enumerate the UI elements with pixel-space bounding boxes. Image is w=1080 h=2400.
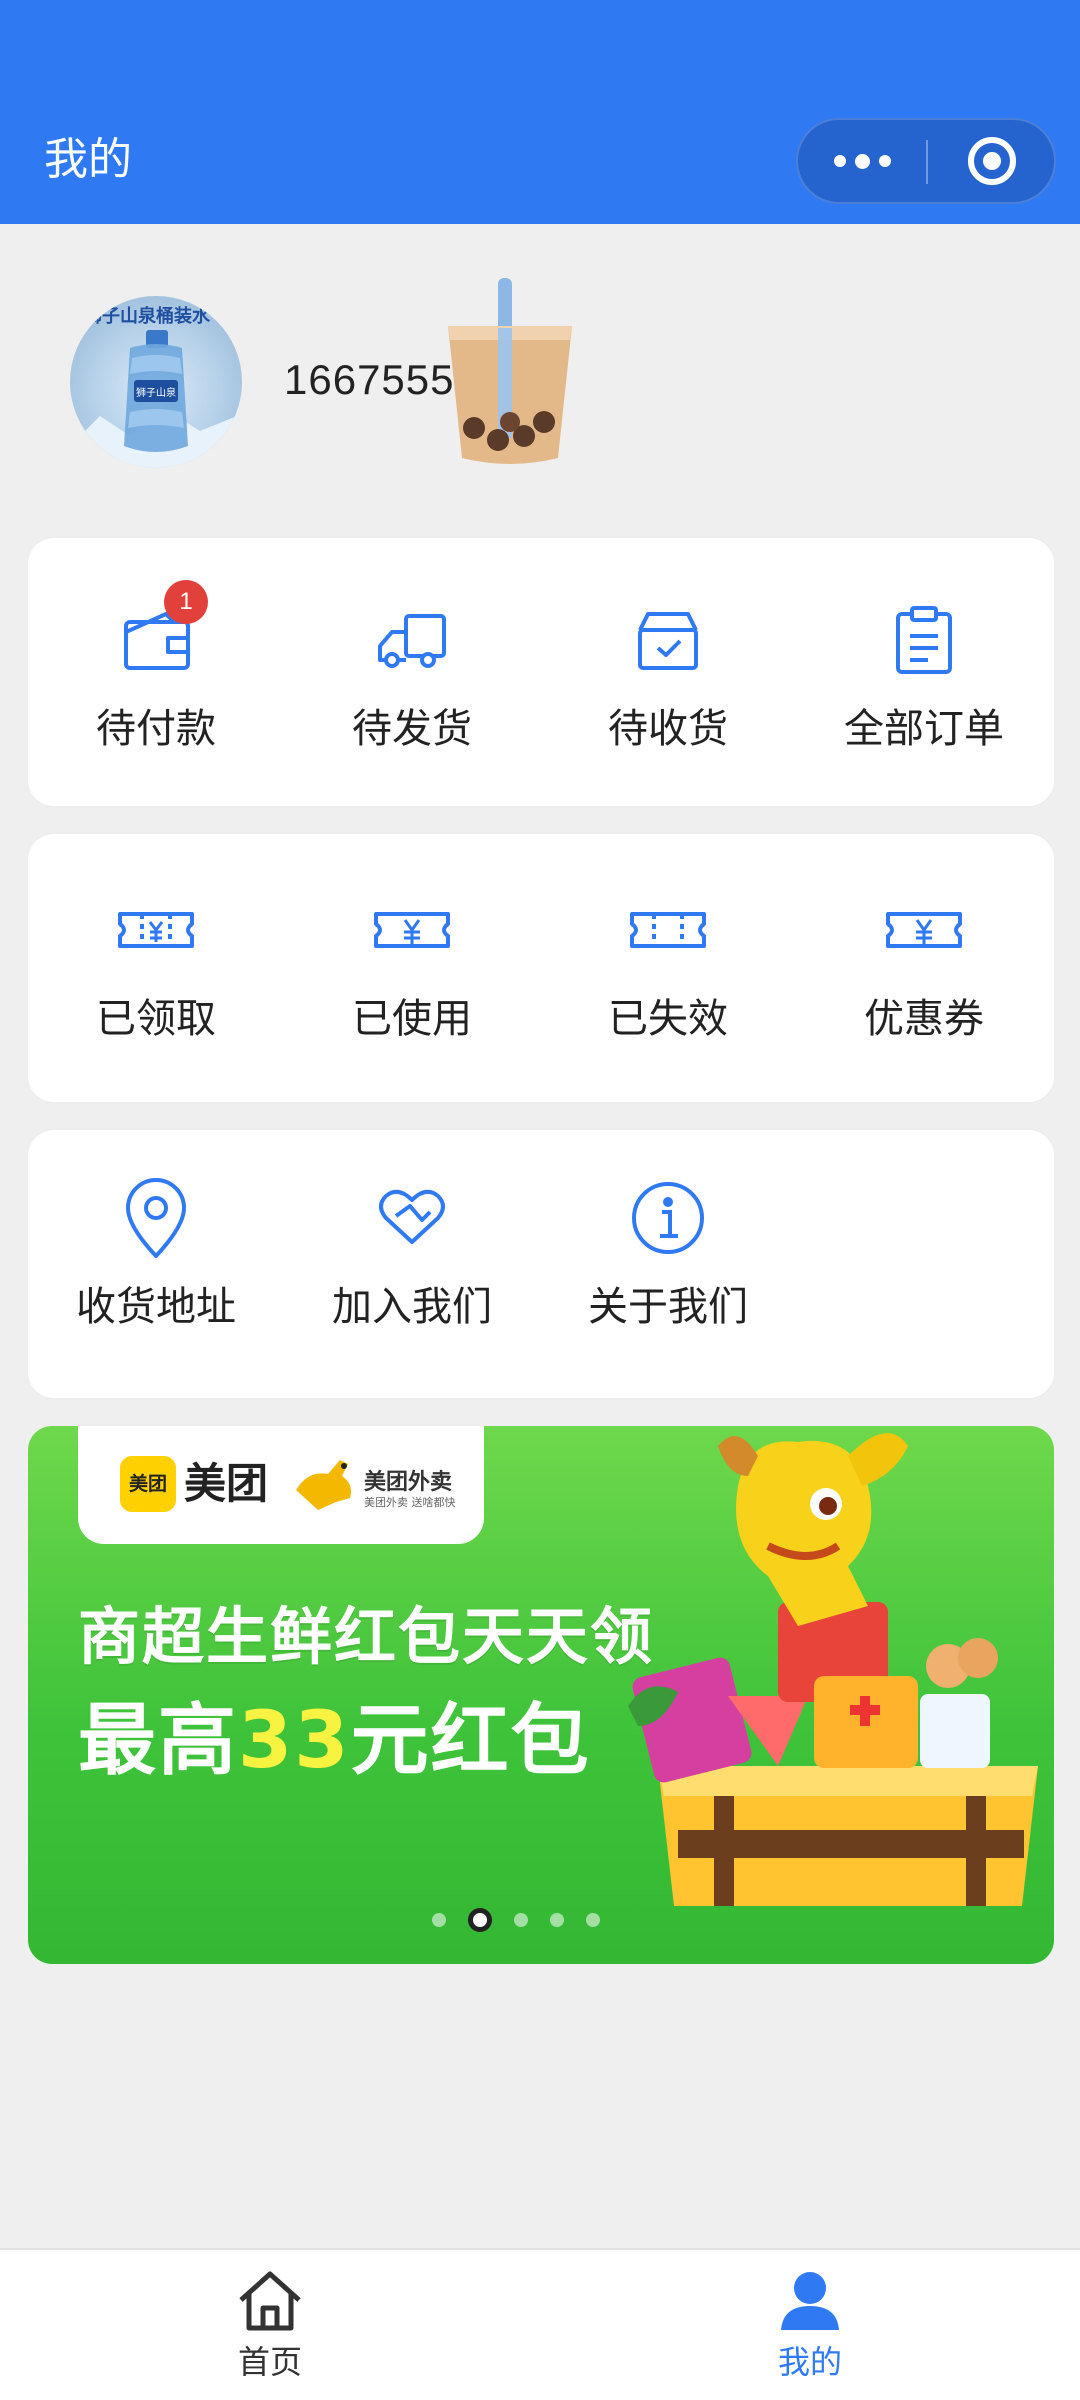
bottom-tab-bar: 首页 我的 — [0, 2248, 1080, 2400]
promo-banner[interactable]: 美团 美团 美团外卖 美团外卖 送啥都快 商超生鲜红包天天领 最高33元红包 — [28, 1426, 1054, 1964]
location-icon — [114, 1176, 198, 1260]
kangaroo-logo — [296, 1460, 351, 1510]
service-label: 收货地址 — [76, 1284, 236, 1330]
waimai-text: 美团外卖 — [364, 1470, 453, 1495]
orders-card: 1 待付款 待发货 待收货 全部订单 — [28, 538, 1054, 806]
coupon-received[interactable]: 已领取 — [28, 888, 284, 1044]
info-icon — [626, 1176, 710, 1260]
tab-profile[interactable]: 我的 — [710, 2268, 910, 2382]
mini-program-capsule — [796, 118, 1056, 204]
banner-brand-tab: 美团 美团 美团外卖 美团外卖 送啥都快 — [78, 1426, 484, 1544]
dot — [878, 155, 891, 167]
tab-home[interactable]: 首页 — [170, 2268, 370, 2382]
meituan-logo: 美团 — [120, 1456, 176, 1512]
order-pending-shipment[interactable]: 待发货 — [284, 598, 540, 754]
coupon-label: 已失效 — [608, 996, 728, 1042]
kangaroo-grocery-illustration — [628, 1433, 1038, 1906]
coupon-used-icon — [370, 888, 454, 972]
user-icon — [781, 2272, 839, 2330]
svg-text:狮子山泉: 狮子山泉 — [136, 386, 176, 399]
more-button[interactable] — [798, 120, 926, 202]
services-card: 收货地址 加入我们 关于我们 — [28, 1130, 1054, 1398]
coupon-icon — [882, 888, 966, 972]
banner-offer: 最高33元红包 — [78, 1678, 591, 1790]
truck-icon — [370, 598, 454, 682]
offer-prefix: 最高 — [78, 1696, 239, 1786]
order-pending-payment[interactable]: 1 待付款 — [28, 580, 284, 754]
dot — [833, 155, 846, 167]
bubble-tea-sticker — [448, 278, 572, 464]
coupon-all[interactable]: 优惠券 — [796, 888, 1052, 1044]
carousel-dot[interactable] — [550, 1913, 564, 1927]
carousel-dot-active[interactable] — [468, 1908, 492, 1932]
close-button[interactable] — [928, 120, 1056, 202]
coupon-used[interactable]: 已使用 — [284, 888, 540, 1044]
join-us[interactable]: 加入我们 — [284, 1176, 540, 1332]
coupon-expired-icon — [626, 888, 710, 972]
carousel-dot[interactable] — [586, 1913, 600, 1927]
water-jug-image: 狮子山泉 — [70, 330, 242, 468]
banner-headline: 商超生鲜红包天天领 — [78, 1600, 655, 1673]
order-pending-receipt[interactable]: 待收货 — [540, 598, 796, 754]
carousel-dot[interactable] — [432, 1913, 446, 1927]
tab-label: 首页 — [237, 2343, 302, 2381]
waimai-subtext: 美团外卖 送啥都快 — [364, 1496, 456, 1509]
notification-badge: 1 — [164, 580, 208, 624]
home-icon — [239, 2271, 301, 2331]
meituan-text: 美团 — [184, 1459, 269, 1508]
handshake-heart-icon — [370, 1176, 454, 1260]
coupon-label: 已使用 — [352, 996, 472, 1042]
carousel-dot[interactable] — [514, 1913, 528, 1927]
order-label: 待付款 — [96, 706, 216, 752]
box-icon — [626, 598, 710, 682]
clipboard-icon — [882, 598, 966, 682]
order-all[interactable]: 全部订单 — [796, 598, 1052, 754]
tab-label: 我的 — [777, 2343, 842, 2381]
offer-suffix: 元红包 — [350, 1696, 591, 1786]
top-bar: 我的 — [0, 0, 1080, 224]
coupon-received-icon — [114, 888, 198, 972]
service-label: 加入我们 — [332, 1284, 492, 1330]
coupon-label: 已领取 — [96, 996, 216, 1042]
order-label: 待发货 — [352, 706, 472, 752]
order-label: 全部订单 — [844, 706, 1004, 752]
avatar[interactable]: 狮子山泉桶装水 狮子山泉 — [70, 296, 242, 468]
coupon-label: 优惠券 — [864, 996, 984, 1042]
target-icon — [968, 137, 1016, 185]
about-us[interactable]: 关于我们 — [540, 1176, 796, 1332]
service-label: 关于我们 — [588, 1284, 748, 1330]
coupons-card: 已领取 已使用 已失效 优惠券 — [28, 834, 1054, 1102]
page-title: 我的 — [44, 134, 132, 185]
order-label: 待收货 — [608, 706, 728, 752]
shipping-address[interactable]: 收货地址 — [28, 1176, 284, 1332]
carousel-indicators — [28, 1908, 1054, 1932]
coupon-expired[interactable]: 已失效 — [540, 888, 796, 1044]
wallet-icon: 1 — [114, 580, 208, 682]
dot — [854, 153, 870, 169]
offer-amount: 33 — [238, 1696, 351, 1786]
